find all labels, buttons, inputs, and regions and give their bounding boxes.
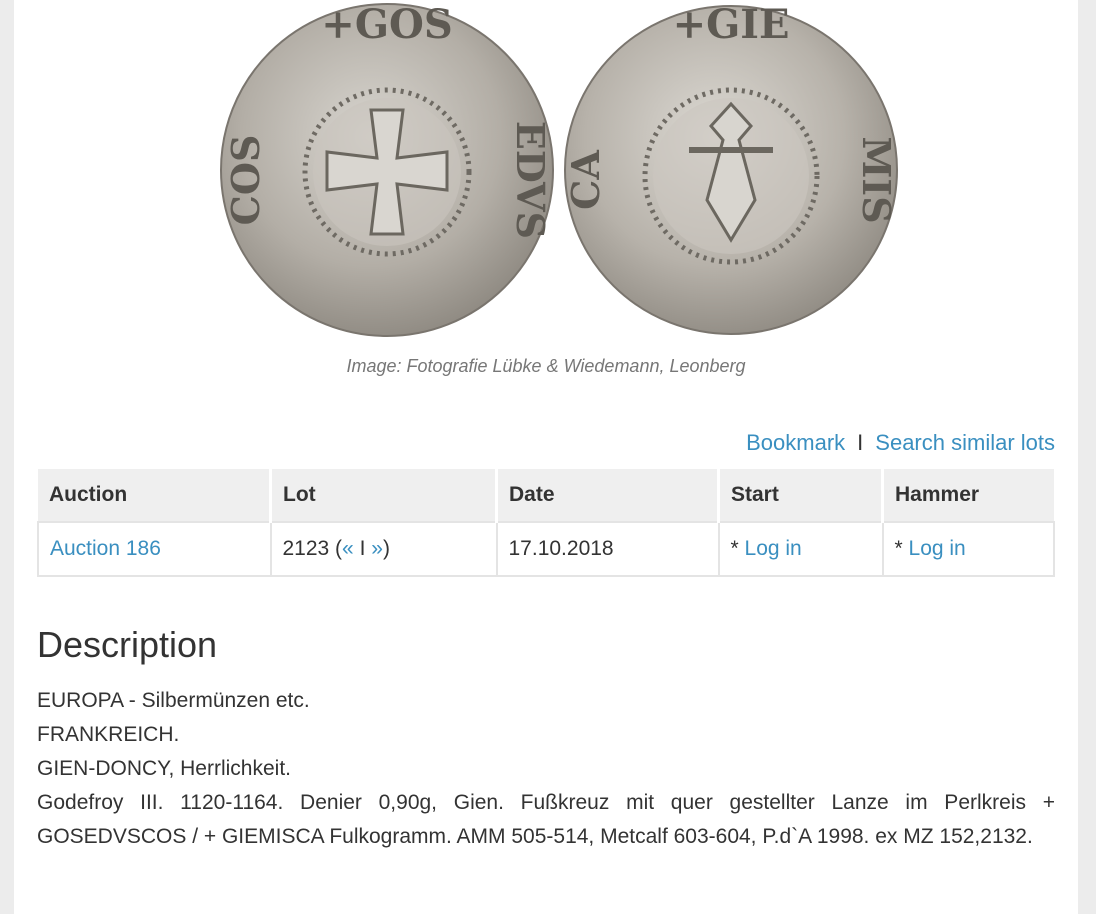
start-prefix: *	[730, 537, 745, 560]
description-line: EUROPA - Silbermünzen etc.	[37, 689, 310, 712]
description-line: Godefroy III. 1120-1164. Denier 0,90g, G…	[37, 791, 1055, 848]
lot-info-table: Auction Lot Date Start Hammer Auction 18…	[37, 469, 1055, 577]
hammer-login-link[interactable]: Log in	[909, 537, 966, 560]
header-hammer: Hammer	[882, 469, 1054, 522]
coin-image-figure: +GOS EDVS COS +GIE MIS CA Image: Fotogra…	[14, 0, 1078, 390]
svg-text:MIS: MIS	[854, 136, 899, 223]
header-date: Date	[496, 469, 720, 522]
coin-photo: +GOS EDVS COS +GIE MIS CA	[220, 1, 899, 337]
action-separator: I	[857, 430, 864, 455]
cell-start: * Log in	[717, 521, 884, 577]
svg-text:CA: CA	[563, 150, 608, 210]
page-content: +GOS EDVS COS +GIE MIS CA Image: Fotogra…	[14, 0, 1078, 914]
cell-hammer: * Log in	[881, 521, 1055, 577]
coin-obverse-icon: +GOS EDVS COS	[220, 1, 554, 337]
svg-text:+GOS: +GOS	[321, 1, 452, 48]
coin-reverse-icon: +GIE MIS CA	[563, 1, 899, 335]
lot-nav-separator: I	[353, 537, 372, 560]
cell-auction: Auction 186	[37, 521, 272, 577]
lot-actions: Bookmark I Search similar lots	[746, 430, 1055, 456]
auction-link[interactable]: Auction 186	[50, 537, 161, 560]
hammer-prefix: *	[894, 537, 909, 560]
description-body: EUROPA - Silbermünzen etc. FRANKREICH. G…	[37, 684, 1055, 854]
search-similar-lots-link[interactable]: Search similar lots	[875, 430, 1055, 455]
description-line: GIEN-DONCY, Herrlichkeit.	[37, 757, 291, 780]
lot-close-paren: )	[382, 537, 390, 560]
svg-text:EDVS: EDVS	[508, 121, 553, 239]
prev-lot-link[interactable]: «	[342, 537, 354, 560]
table-header-row: Auction Lot Date Start Hammer	[38, 469, 1054, 522]
svg-text:COS: COS	[223, 135, 268, 226]
header-auction: Auction	[38, 469, 272, 522]
next-lot-link[interactable]: »	[371, 537, 383, 560]
description-line: FRANKREICH.	[37, 723, 180, 746]
svg-text:+GIE: +GIE	[673, 1, 790, 48]
cell-lot: 2123 (« I »)	[269, 521, 498, 577]
lot-number: 2123	[282, 537, 330, 560]
cell-date: 17.10.2018	[495, 521, 720, 577]
bookmark-link[interactable]: Bookmark	[746, 430, 845, 455]
table-row: Auction 186 2123 (« I ») 17.10.2018 * Lo…	[37, 521, 1055, 577]
image-caption: Image: Fotografie Lübke & Wiedemann, Leo…	[346, 356, 746, 376]
description-heading: Description	[37, 624, 218, 665]
header-start: Start	[718, 469, 884, 522]
header-lot: Lot	[270, 469, 498, 522]
lot-open-paren: (	[329, 537, 343, 560]
start-login-link[interactable]: Log in	[745, 537, 802, 560]
